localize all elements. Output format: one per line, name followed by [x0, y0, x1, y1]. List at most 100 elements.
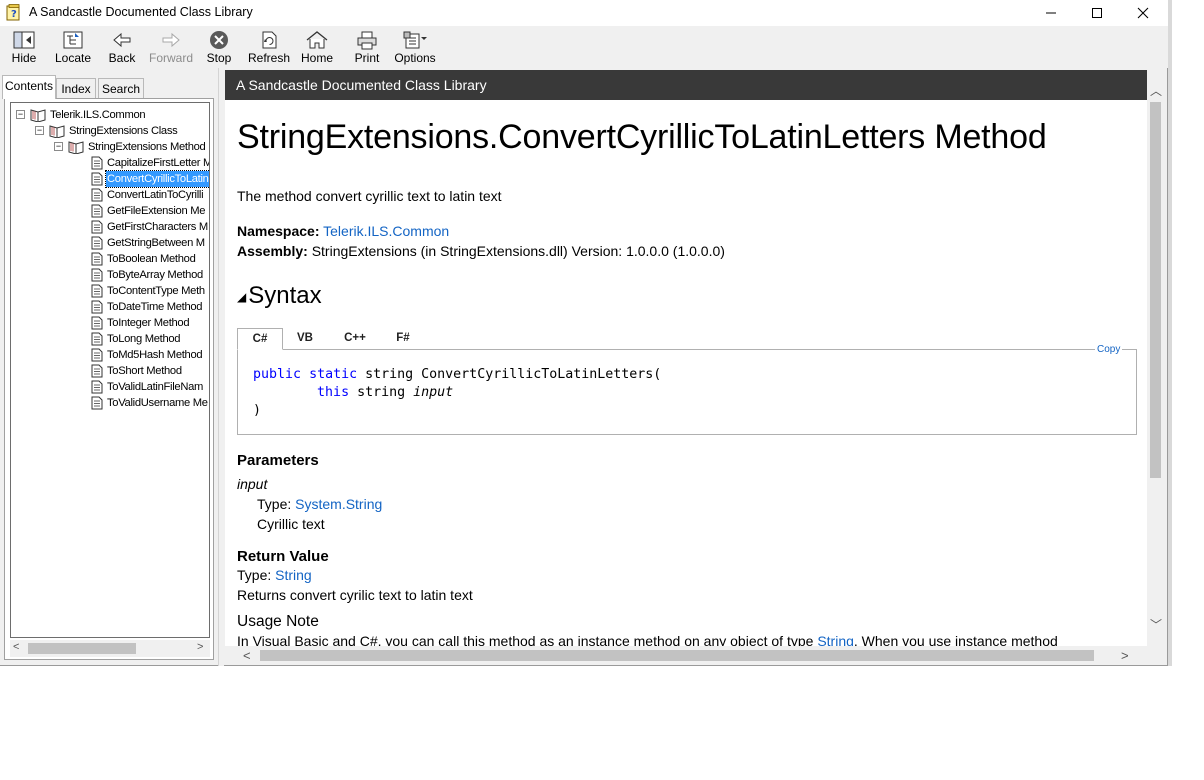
window-edge: [1168, 0, 1172, 666]
back-button[interactable]: Back: [106, 28, 138, 66]
tree-item-method[interactable]: GetFileExtension Me: [11, 203, 209, 219]
scroll-left-icon[interactable]: <: [13, 641, 19, 653]
locate-button[interactable]: Locate: [54, 28, 92, 66]
tree-node-label: StringExtensions Method: [88, 141, 206, 153]
tab-cpp[interactable]: C++: [333, 328, 377, 350]
maximize-button[interactable]: [1074, 0, 1120, 26]
pane-splitter[interactable]: [218, 68, 224, 666]
return-value-heading: Return Value: [237, 548, 329, 565]
tree-item-method[interactable]: ToMd5Hash Method: [11, 347, 209, 363]
tree-horizontal-scrollbar[interactable]: < >: [10, 640, 210, 657]
tree-item-label: ToValidUsername Me: [107, 397, 208, 409]
print-button[interactable]: Print: [352, 28, 382, 66]
tree-item-label: ToLong Method: [107, 333, 181, 345]
tree-node-class[interactable]: − StringExtensions Class: [11, 123, 209, 139]
home-button[interactable]: Home: [300, 28, 334, 66]
topic-page-icon: [91, 156, 103, 170]
tab-index[interactable]: Index: [56, 78, 96, 99]
usage-note-text: In Visual Basic and C#, you can call thi…: [237, 633, 1058, 646]
tab-fsharp[interactable]: F#: [383, 328, 423, 350]
options-button[interactable]: Options: [394, 28, 436, 66]
hide-button[interactable]: Hide: [8, 28, 40, 66]
topic-page-icon: [91, 252, 103, 266]
tree-item-label: ToShort Method: [107, 365, 182, 377]
close-icon: [1137, 7, 1149, 19]
tree-item-method[interactable]: CapitalizeFirstLetter M: [11, 155, 210, 171]
tree-item-method[interactable]: GetFirstCharacters M: [11, 219, 209, 235]
tree-item-method[interactable]: ToInteger Method: [11, 315, 209, 331]
topic-page-icon: [91, 300, 103, 314]
topic-page-icon: [91, 236, 103, 250]
system-string-link[interactable]: System.String: [295, 496, 382, 512]
forward-arrow-icon: [162, 32, 180, 48]
book-open-icon: [68, 141, 84, 154]
title-bar: ? A Sandcastle Documented Class Library: [0, 0, 1168, 26]
tree-item-label: ToContentType Meth: [107, 285, 205, 297]
param-type: Type: System.String: [257, 496, 383, 512]
method-signature: public static string ConvertCyrillicToLa…: [253, 367, 662, 418]
scroll-up-icon[interactable]: ︿: [1150, 82, 1162, 99]
collapse-icon[interactable]: −: [35, 126, 44, 135]
tree-item-method[interactable]: ToDateTime Method: [11, 299, 209, 315]
topic-content: A Sandcastle Documented Class Library St…: [225, 70, 1147, 646]
tab-csharp[interactable]: C#: [237, 328, 283, 350]
locate-icon: [63, 31, 83, 49]
forward-button[interactable]: Forward: [148, 28, 194, 66]
tree-item-method[interactable]: ToContentType Meth: [11, 283, 209, 299]
code-snippet: Copy public static string ConvertCyrilli…: [237, 344, 1137, 435]
navigation-tabs: Contents Index Search: [0, 75, 220, 99]
tree-item-label: ToByteArray Method: [107, 269, 203, 281]
refresh-button[interactable]: Refresh: [248, 28, 290, 66]
scroll-left-icon[interactable]: <: [243, 648, 251, 663]
tree-item-method[interactable]: ToLong Method: [11, 331, 209, 347]
tree-item-method[interactable]: ConvertLatinToCyrilli: [11, 187, 209, 203]
tree-node-namespace[interactable]: − Telerik.ILS.Common: [11, 107, 209, 123]
printer-icon: [357, 31, 377, 50]
usage-string-link[interactable]: String: [817, 633, 854, 646]
tree-item-method[interactable]: ToShort Method: [11, 363, 209, 379]
stop-button[interactable]: Stop: [204, 28, 234, 66]
tree-item-method[interactable]: ToValidLatinFileNam: [11, 379, 209, 395]
tab-search[interactable]: Search: [98, 78, 144, 99]
tree-item-label: CapitalizeFirstLetter M: [107, 157, 210, 169]
scrollbar-thumb[interactable]: [260, 650, 1094, 661]
close-button[interactable]: [1120, 0, 1166, 26]
scroll-right-icon[interactable]: >: [1121, 648, 1129, 663]
tree-item-label: GetFileExtension Me: [107, 205, 206, 217]
collapse-icon[interactable]: −: [54, 142, 63, 151]
contents-tree[interactable]: − Telerik.ILS.Common − StringExtensions …: [10, 102, 210, 638]
topic-page-icon: [91, 172, 103, 186]
string-link[interactable]: String: [275, 567, 312, 583]
scroll-down-icon[interactable]: ﹀: [1150, 616, 1162, 633]
scrollbar-thumb[interactable]: [28, 643, 136, 654]
tree-item-method[interactable]: ToValidUsername Me: [11, 395, 209, 411]
help-app-icon: ?: [6, 4, 20, 21]
content-horizontal-scrollbar[interactable]: < >: [225, 646, 1164, 664]
content-vertical-scrollbar[interactable]: ︿ ﹀: [1147, 70, 1164, 646]
tab-contents[interactable]: Contents: [2, 75, 56, 99]
tab-vb[interactable]: VB: [285, 328, 325, 350]
scrollbar-thumb[interactable]: [1150, 102, 1161, 478]
tree-item-method[interactable]: ConvertCyrillicToLatin: [11, 170, 209, 188]
namespace-link[interactable]: Telerik.ILS.Common: [323, 223, 449, 239]
tree-node-methods[interactable]: − StringExtensions Method: [11, 139, 209, 155]
return-type: Type: String: [237, 567, 312, 583]
tree-item-method[interactable]: GetStringBetween M: [11, 235, 209, 251]
topic-page-icon: [91, 220, 103, 234]
help-window: ? A Sandcastle Documented Class Library …: [0, 0, 1168, 666]
contents-pane: − Telerik.ILS.Common − StringExtensions …: [4, 98, 214, 660]
topic-page-icon: [91, 188, 103, 202]
usage-note-heading: Usage Note: [237, 613, 319, 630]
collapse-icon[interactable]: −: [16, 110, 25, 119]
param-description: Cyrillic text: [257, 516, 325, 532]
tree-item-label: ConvertCyrillicToLatin: [105, 170, 209, 188]
tree-item-label: ConvertLatinToCyrilli: [107, 189, 204, 201]
minimize-button[interactable]: [1028, 0, 1074, 26]
scroll-right-icon[interactable]: >: [197, 641, 203, 653]
tree-item-method[interactable]: ToByteArray Method: [11, 267, 209, 283]
syntax-section-toggle[interactable]: ◢Syntax: [237, 282, 322, 310]
options-icon: [403, 31, 427, 49]
tree-item-method[interactable]: ToBoolean Method: [11, 251, 209, 267]
copy-link[interactable]: Copy: [1095, 344, 1123, 355]
assembly-line: Assembly: StringExtensions (in StringExt…: [237, 243, 725, 259]
